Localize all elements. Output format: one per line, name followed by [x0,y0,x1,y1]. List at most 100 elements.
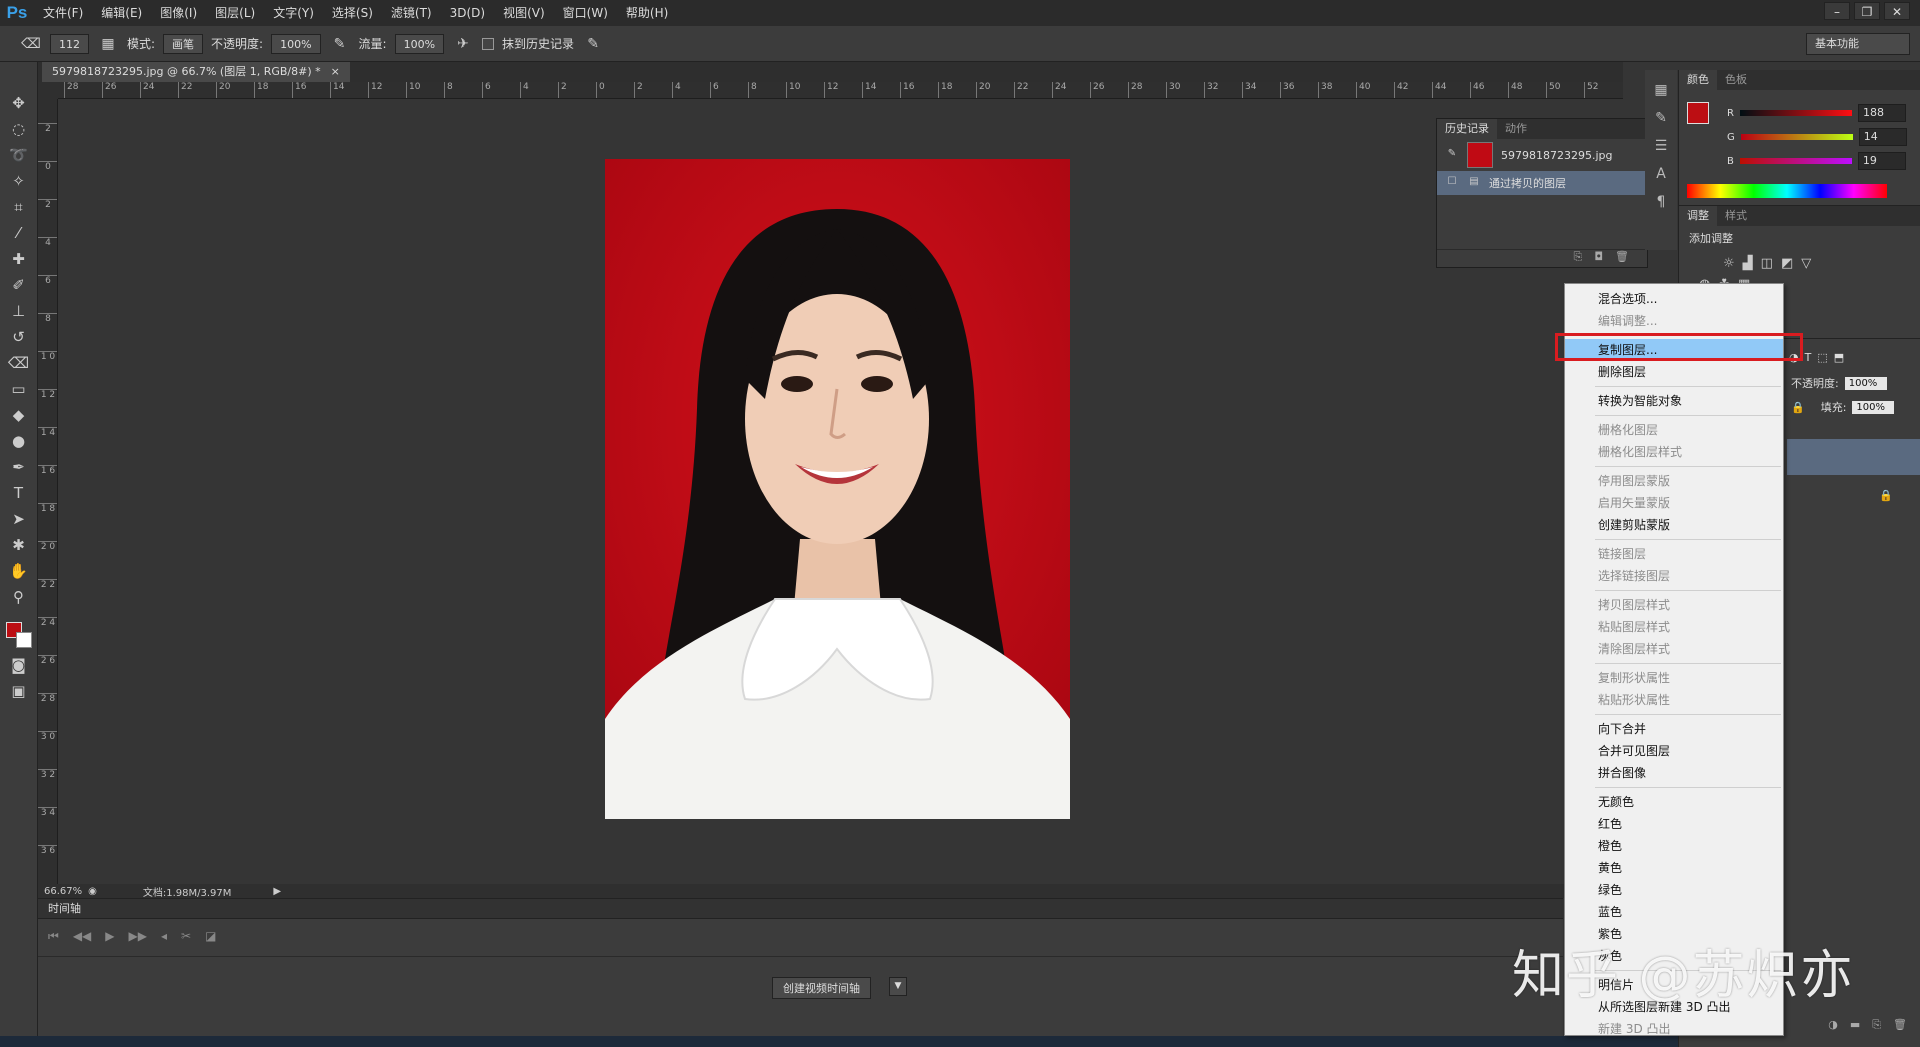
transition-icon[interactable]: ◪ [205,929,216,946]
state-checkbox[interactable]: ☐ [1445,176,1459,190]
pressure-size-icon[interactable]: ✎ [582,33,604,55]
menu-item[interactable]: 帮助(H) [617,0,677,26]
menu-item[interactable]: 图像(I) [151,0,206,26]
tab-adjustments[interactable]: 调整 [1679,206,1717,226]
color-chips[interactable] [4,620,34,650]
opacity-field[interactable]: 100% [271,33,321,54]
levels-icon[interactable]: ▟ [1743,256,1753,271]
context-menu-item[interactable]: 拼合图像 [1565,762,1783,784]
lock-icon[interactable]: 🔒 [1791,401,1805,414]
menu-item[interactable]: 视图(V) [494,0,554,26]
menu-item[interactable]: 文件(F) [34,0,92,26]
shape-tool-icon[interactable]: ✱ [6,534,32,556]
tab-styles[interactable]: 样式 [1717,206,1755,226]
adjustment-layer-icon[interactable]: ◑ [1828,1018,1838,1032]
layer-opacity-field[interactable]: 100% [1844,376,1887,390]
filter-smart-icon[interactable]: ⬒ [1834,351,1844,364]
color-spectrum-bar[interactable] [1687,184,1887,198]
quick-mask-icon[interactable]: ◙ [6,654,32,676]
hand-tool-icon[interactable]: ✋ [6,560,32,582]
blue-value[interactable]: 19 [1857,152,1906,170]
mode-select[interactable]: 画笔 [163,33,204,54]
filter-type-icon[interactable]: T [1805,351,1812,364]
color-panel-foreground-chip[interactable] [1687,102,1709,124]
move-tool-icon[interactable]: ✥ [6,92,32,114]
brush-size-picker[interactable]: 112 [50,33,89,54]
type-tool-icon[interactable]: T [6,482,32,504]
layer-fill-field[interactable]: 100% [1852,400,1895,414]
green-value[interactable]: 14 [1858,128,1907,146]
context-menu-item[interactable]: 无颜色 [1565,791,1783,813]
flow-field[interactable]: 100% [394,33,445,54]
filter-shape-icon[interactable]: ⬚ [1817,351,1827,364]
menu-item[interactable]: 3D(D) [441,0,494,26]
blue-slider[interactable] [1739,158,1852,164]
healing-brush-tool-icon[interactable]: ✚ [6,248,32,270]
airbrush-icon[interactable]: ✈ [452,33,474,55]
eraser-tool-icon[interactable]: ⌫ [6,352,32,374]
tab-color[interactable]: 颜色 [1679,70,1717,90]
history-brush-source-icon[interactable]: ✎ [1445,148,1459,162]
canvas-area[interactable] [58,99,1623,884]
dodge-tool-icon[interactable]: ● [6,430,32,452]
exposure-icon[interactable]: ◩ [1781,256,1793,271]
marquee-tool-icon[interactable]: ◌ [6,118,32,140]
context-menu-item[interactable]: 转换为智能对象 [1565,390,1783,412]
brush-panel-icon[interactable]: ▦ [97,33,119,55]
timeline-title[interactable]: 时间轴 [38,899,1563,919]
context-menu-item[interactable]: 红色 [1565,813,1783,835]
menu-item[interactable]: 窗口(W) [554,0,617,26]
screen-mode-icon[interactable]: ▣ [6,680,32,702]
history-brush-tool-icon[interactable]: ↺ [6,326,32,348]
gradient-tool-icon[interactable]: ▭ [6,378,32,400]
delete-layer-icon[interactable]: 🗑 [1893,1018,1907,1032]
paragraph-icon[interactable]: ¶ [1650,194,1672,210]
path-selection-tool-icon[interactable]: ➤ [6,508,32,530]
blur-tool-icon[interactable]: ◆ [6,404,32,426]
pen-tool-icon[interactable]: ✒ [6,456,32,478]
context-menu-item[interactable]: 绿色 [1565,879,1783,901]
split-icon[interactable]: ✂ [181,929,191,946]
eraser-tool-icon[interactable]: ⌫ [20,33,42,55]
erase-history-checkbox[interactable] [482,37,495,50]
context-menu-item[interactable]: 删除图层 [1565,361,1783,383]
curves-icon[interactable]: ◫ [1761,256,1773,271]
restore-button[interactable]: ❐ [1854,2,1880,20]
timeline-mode-dropdown[interactable]: ▼ [889,977,907,996]
first-frame-icon[interactable]: ⏮ [48,929,59,946]
workspace-select[interactable]: 基本功能 [1806,33,1910,55]
context-menu-item[interactable]: 创建剪贴蒙版 [1565,514,1783,536]
menu-item[interactable]: 文字(Y) [264,0,323,26]
status-info-icon[interactable]: ◉ [88,886,97,897]
play-icon[interactable]: ▶ [105,929,114,946]
stamp-tool-icon[interactable]: ⊥ [6,300,32,322]
horizontal-ruler[interactable]: 28 26 24 22 20 18 16 14 12 10 8 6 4 2 0 2 4 6 8 10 12 14 16 18 2… [58,82,1623,99]
eyedropper-tool-icon[interactable]: ⁄ [6,222,32,244]
context-menu-item[interactable]: 蓝色 [1565,901,1783,923]
context-menu-item[interactable]: 合并可见图层 [1565,740,1783,762]
context-menu-item[interactable]: 混合选项... [1565,288,1783,310]
brush-tool-icon[interactable]: ✐ [6,274,32,296]
minimize-button[interactable]: – [1824,2,1850,20]
menu-item[interactable]: 编辑(E) [92,0,151,26]
crop-tool-icon[interactable]: ⌗ [6,196,32,218]
red-value[interactable]: 188 [1857,104,1906,122]
pressure-opacity-icon[interactable]: ✎ [329,33,351,55]
lasso-tool-icon[interactable]: ➰ [6,144,32,166]
document-tab[interactable]: 5979818723295.jpg @ 66.7% (图层 1, RGB/8#)… [42,62,350,82]
close-tab-icon[interactable]: × [331,62,340,82]
red-slider[interactable] [1739,110,1852,116]
zoom-level[interactable]: 66.67% [44,886,82,897]
green-slider[interactable] [1740,134,1853,140]
tab-history[interactable]: 历史记录 [1437,119,1497,139]
properties-icon[interactable]: ☰ [1650,138,1672,154]
gradient-map-icon[interactable]: ▽ [1801,256,1811,271]
vertical-ruler[interactable]: 2 0 2 4 6 8 1 0 1 2 1 4 1 6 1 8 2 0 2 2 2 4 2 6 2 8 3 0 3… [38,99,58,884]
brightness-icon[interactable]: ☼ [1723,256,1735,271]
ruler-origin[interactable] [38,82,58,99]
tab-actions[interactable]: 动作 [1497,119,1535,139]
prev-frame-icon[interactable]: ◀◀ [73,929,91,946]
next-frame-icon[interactable]: ▶▶ [129,929,147,946]
selected-layer-row[interactable] [1787,439,1920,475]
magic-wand-tool-icon[interactable]: ✧ [6,170,32,192]
